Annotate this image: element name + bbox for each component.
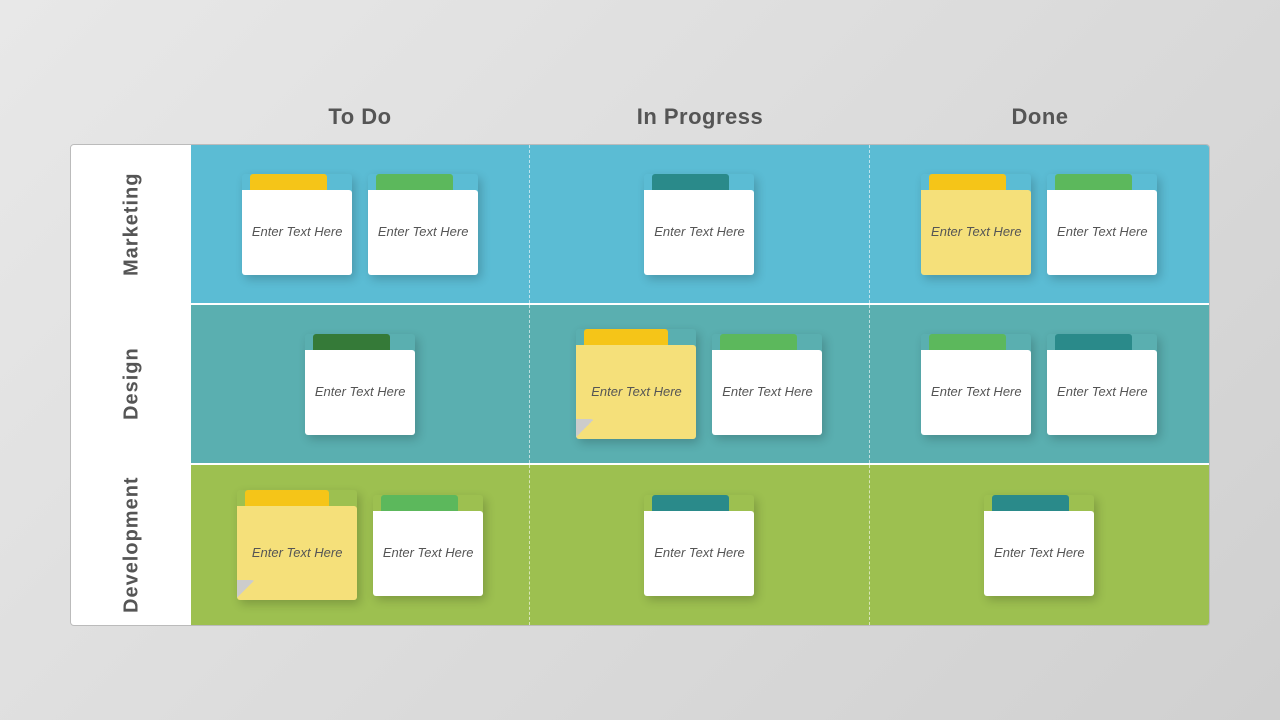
sticky-body: Enter Text Here <box>305 350 415 435</box>
sticky-body: Enter Text Here <box>984 511 1094 596</box>
sticky-text: Enter Text Here <box>252 223 343 241</box>
sticky-note[interactable]: Enter Text Here <box>373 495 483 596</box>
sticky-note[interactable]: Enter Text Here <box>921 334 1031 435</box>
col-header-inprogress: In Progress <box>530 94 870 144</box>
sticky-text: Enter Text Here <box>378 223 469 241</box>
sticky-text: Enter Text Here <box>1057 383 1148 401</box>
column-headers: To Do In Progress Done <box>70 94 1210 144</box>
sticky-text: Enter Text Here <box>383 544 474 562</box>
header-spacer <box>70 94 190 144</box>
sticky-body: Enter Text Here <box>1047 190 1157 275</box>
cell-marketing-todo: Enter Text Here Enter Text Here <box>191 145 530 303</box>
kanban-board: To Do In Progress Done Marketing Enter T… <box>70 94 1210 626</box>
sticky-tab <box>992 495 1069 511</box>
sticky-text: Enter Text Here <box>591 383 682 401</box>
sticky-tab <box>652 174 729 190</box>
sticky-body: Enter Text Here <box>921 350 1031 435</box>
sticky-body: Enter Text Here <box>712 350 822 435</box>
sticky-tab <box>929 174 1006 190</box>
cell-design-inprogress: Enter Text Here Enter Text Here <box>530 305 869 463</box>
sticky-body: Enter Text Here <box>644 511 754 596</box>
sticky-note[interactable]: Enter Text Here <box>921 174 1031 275</box>
cell-marketing-done: Enter Text Here Enter Text Here <box>870 145 1209 303</box>
cell-design-todo: Enter Text Here <box>191 305 530 463</box>
sticky-tab <box>652 495 729 511</box>
sticky-tab <box>245 490 329 506</box>
cell-development-todo: Enter Text Here Enter Text Here <box>191 465 530 625</box>
sticky-body: Enter Text Here <box>237 506 357 600</box>
sticky-note[interactable]: Enter Text Here <box>712 334 822 435</box>
cell-design-done: Enter Text Here Enter Text Here <box>870 305 1209 463</box>
sticky-text: Enter Text Here <box>931 223 1022 241</box>
sticky-tab <box>313 334 390 350</box>
sticky-body: Enter Text Here <box>921 190 1031 275</box>
sticky-body: Enter Text Here <box>644 190 754 275</box>
cell-development-inprogress: Enter Text Here <box>530 465 869 625</box>
sticky-note[interactable]: Enter Text Here <box>576 329 696 439</box>
sticky-tab <box>376 174 453 190</box>
sticky-body: Enter Text Here <box>242 190 352 275</box>
cell-marketing-inprogress: Enter Text Here <box>530 145 869 303</box>
sticky-text: Enter Text Here <box>654 223 745 241</box>
sticky-note[interactable]: Enter Text Here <box>984 495 1094 596</box>
sticky-text: Enter Text Here <box>654 544 745 562</box>
sticky-text: Enter Text Here <box>252 544 343 562</box>
cell-development-done: Enter Text Here <box>870 465 1209 625</box>
col-header-todo: To Do <box>190 94 530 144</box>
row-marketing: Marketing Enter Text Here Enter Text Her… <box>71 145 1209 305</box>
sticky-note[interactable]: Enter Text Here <box>644 174 754 275</box>
sticky-note[interactable]: Enter Text Here <box>644 495 754 596</box>
row-design: Design Enter Text Here Enter Text Here <box>71 305 1209 465</box>
sticky-tab <box>929 334 1006 350</box>
sticky-text: Enter Text Here <box>315 383 406 401</box>
sticky-text: Enter Text Here <box>994 544 1085 562</box>
sticky-note[interactable]: Enter Text Here <box>237 490 357 600</box>
row-development: Development Enter Text Here Enter Text H… <box>71 465 1209 625</box>
sticky-tab <box>1055 174 1132 190</box>
sticky-tab <box>1055 334 1132 350</box>
row-label-marketing: Marketing <box>71 145 191 303</box>
sticky-body: Enter Text Here <box>368 190 478 275</box>
sticky-tab <box>720 334 797 350</box>
sticky-note[interactable]: Enter Text Here <box>242 174 352 275</box>
sticky-text: Enter Text Here <box>1057 223 1148 241</box>
sticky-tab <box>584 329 668 345</box>
sticky-tab <box>250 174 327 190</box>
sticky-text: Enter Text Here <box>931 383 1022 401</box>
sticky-tab <box>381 495 458 511</box>
sticky-body: Enter Text Here <box>373 511 483 596</box>
sticky-text: Enter Text Here <box>722 383 813 401</box>
row-label-design: Design <box>71 305 191 463</box>
sticky-body: Enter Text Here <box>1047 350 1157 435</box>
kanban-grid: Marketing Enter Text Here Enter Text Her… <box>70 144 1210 626</box>
sticky-body: Enter Text Here <box>576 345 696 439</box>
row-label-development: Development <box>71 465 191 625</box>
sticky-note[interactable]: Enter Text Here <box>305 334 415 435</box>
sticky-note[interactable]: Enter Text Here <box>1047 174 1157 275</box>
sticky-note[interactable]: Enter Text Here <box>368 174 478 275</box>
sticky-note[interactable]: Enter Text Here <box>1047 334 1157 435</box>
col-header-done: Done <box>870 94 1210 144</box>
